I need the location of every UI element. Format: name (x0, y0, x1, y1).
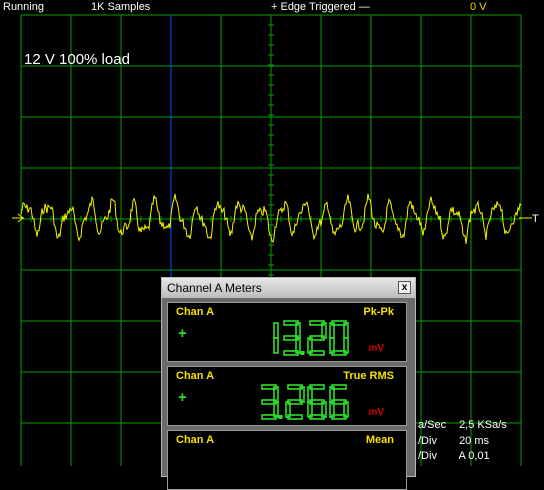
close-icon[interactable]: x (398, 281, 411, 294)
trigger-mode: + Edge Triggered — (271, 1, 370, 13)
meter-value (260, 449, 360, 487)
meter-panel-mean: Chan A Mean (167, 430, 407, 490)
meter-channel: Chan A (176, 370, 215, 382)
meter-sign: + (178, 389, 187, 406)
trigger-level: 0 V (470, 1, 487, 13)
decimal-point (278, 415, 283, 419)
decimal-point (300, 351, 305, 355)
meter-channel: Chan A (176, 306, 215, 318)
digit-segment (273, 322, 279, 339)
run-state: Running (3, 1, 44, 13)
timebase-label: /Div (418, 435, 437, 447)
meter-type: Pk-Pk (363, 306, 394, 318)
meter-type: True RMS (343, 370, 394, 382)
status-bar: Running 1K Samples + Edge Triggered — 0 … (0, 0, 544, 15)
vertical-scale-value: A 0,01 (458, 450, 490, 462)
meter-sign: + (178, 325, 187, 342)
timebase-value: 20 ms (459, 435, 490, 447)
meter-panel-true-rms: Chan A True RMS + mV (167, 366, 407, 426)
channel-a-meters-window[interactable]: Channel A Meters x Chan A Pk-Pk + mV Cha… (161, 277, 416, 490)
meter-value (273, 320, 349, 356)
svg-text:T: T (532, 213, 539, 225)
sample-count: 1K Samples (91, 1, 151, 13)
vertical-scale-readout: /Div A 0,01 (418, 450, 490, 462)
meter-panel-pk-pk: Chan A Pk-Pk + mV (167, 302, 407, 362)
meters-title: Channel A Meters (167, 281, 262, 295)
meter-channel: Chan A (176, 434, 215, 446)
sample-rate-value: 2,5 KSa/s (459, 419, 507, 431)
meter-unit: mV (368, 343, 384, 354)
meter-type: Mean (365, 434, 394, 446)
meters-title-bar[interactable]: Channel A Meters x (162, 278, 415, 298)
digit-segment (273, 337, 279, 354)
meter-value (261, 384, 349, 420)
screen-annotation: 12 V 100% load (24, 51, 130, 68)
timebase-readout: /Div 20 ms (418, 435, 489, 447)
sample-rate-readout: a/Sec 2,5 KSa/s (418, 419, 507, 431)
sample-rate-label: a/Sec (418, 419, 447, 431)
meter-unit: mV (368, 407, 384, 418)
vertical-scale-label: /Div (418, 450, 437, 462)
